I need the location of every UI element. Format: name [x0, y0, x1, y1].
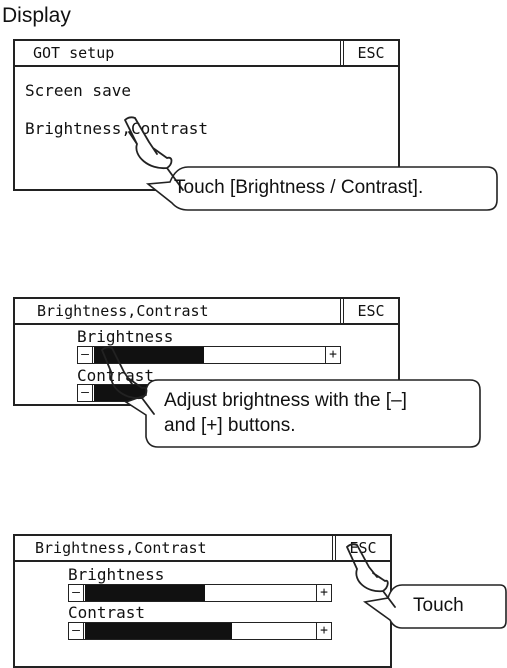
callout-text-line1: Adjust brightness with the [–]: [164, 390, 407, 411]
callout-text: Touch [Brightness / Contrast].: [174, 177, 424, 198]
annotation-overlay: [101, 116, 507, 629]
pointing-hand-icon: [346, 543, 396, 608]
callout-text: Touch: [413, 595, 464, 616]
callout-text-line2: and [+] buttons.: [164, 415, 296, 436]
